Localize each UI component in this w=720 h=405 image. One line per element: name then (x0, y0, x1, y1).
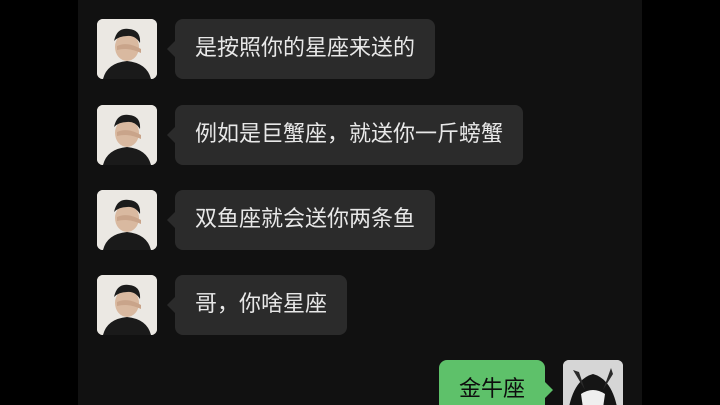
message-row-incoming: 哥，你啥星座 (78, 275, 642, 335)
contact-avatar[interactable] (97, 19, 157, 79)
message-row-incoming: 双鱼座就会送你两条鱼 (78, 190, 642, 250)
contact-avatar[interactable] (97, 190, 157, 250)
boy-avatar-icon (97, 275, 157, 335)
contact-avatar[interactable] (97, 105, 157, 165)
anime-avatar-icon (563, 360, 623, 405)
message-bubble[interactable]: 是按照你的星座来送的 (166, 19, 436, 79)
message-bubble[interactable]: 金牛座 (438, 360, 554, 405)
boy-avatar-icon (97, 19, 157, 79)
message-row-outgoing: 金牛座 (78, 360, 642, 405)
boy-avatar-icon (97, 190, 157, 250)
message-bubble[interactable]: 双鱼座就会送你两条鱼 (166, 190, 436, 250)
message-bubble[interactable]: 哥，你啥星座 (166, 275, 348, 335)
contact-avatar[interactable] (97, 275, 157, 335)
self-avatar[interactable] (563, 360, 623, 405)
boy-avatar-icon (97, 105, 157, 165)
message-row-incoming: 是按照你的星座来送的 (78, 19, 642, 79)
message-row-incoming: 例如是巨蟹座，就送你一斤螃蟹 (78, 105, 642, 165)
message-bubble[interactable]: 例如是巨蟹座，就送你一斤螃蟹 (166, 105, 524, 165)
chat-message-list[interactable]: 是按照你的星座来送的 例如是巨蟹座，就送你一斤螃蟹 双鱼座就会送你两条鱼 哥，你… (78, 0, 642, 405)
